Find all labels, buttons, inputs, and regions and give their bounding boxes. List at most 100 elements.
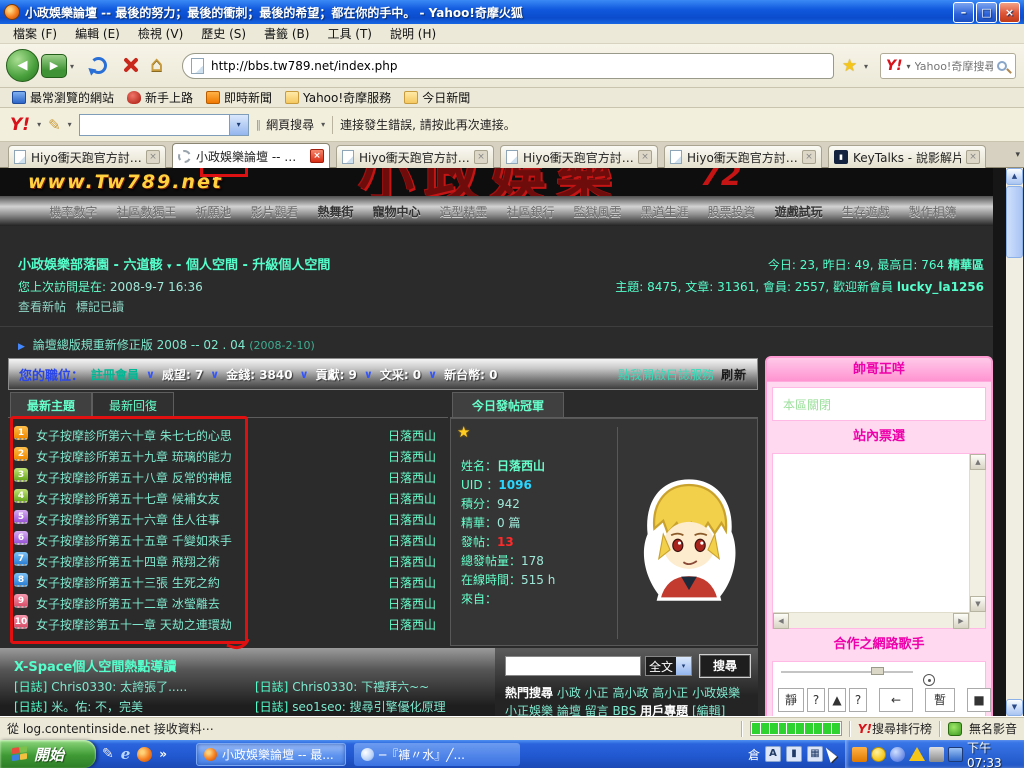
topic-author-link[interactable]: 日落西山 xyxy=(388,469,436,486)
home-icon[interactable]: ⌂ xyxy=(150,52,163,76)
web-search-button[interactable]: 網頁搜尋 xyxy=(266,116,314,133)
nav-item[interactable]: 股票投資 xyxy=(708,203,756,220)
refresh-badge[interactable]: 刷新 xyxy=(721,366,747,383)
edit-link[interactable]: [編輯] xyxy=(692,704,725,716)
url-input[interactable] xyxy=(211,59,825,73)
forum-search-input[interactable] xyxy=(505,656,641,676)
combo-dropdown-icon[interactable]: ▾ xyxy=(229,115,248,135)
tab-hiyo-3[interactable]: Hiyo衝天跑官方討… × xyxy=(500,145,658,168)
announcement-link[interactable]: 論壇總版規重新修正版 2008 -- 02 . 04 xyxy=(33,338,246,352)
taskbar-window-chat[interactable]: ─『褲〃水』╱... xyxy=(354,743,520,766)
hot-keywords[interactable]: 小正娛樂 論壇 留言 BBS xyxy=(505,704,636,716)
tab-close-icon[interactable]: × xyxy=(638,150,652,164)
topic-author-link[interactable]: 日落西山 xyxy=(388,616,436,633)
ime-shape-icon[interactable]: ▮ xyxy=(786,746,802,762)
tab-forum-active[interactable]: 小政娛樂論壇 -- … × xyxy=(172,143,330,168)
yahoo-search-dropdown-icon[interactable]: ▾ xyxy=(907,62,911,71)
topic-author-link[interactable]: 日落西山 xyxy=(388,595,436,612)
topic-author-link[interactable]: 日落西山 xyxy=(388,532,436,549)
bookmark-yahoo-services[interactable]: Yahoo!奇摩服務 xyxy=(281,89,395,106)
tab-latest-replies[interactable]: 最新回復 xyxy=(92,392,174,418)
xspace-item[interactable]: [日誌] 米。佑: 不，完美 xyxy=(14,698,143,715)
ime-alpha-icon[interactable]: A xyxy=(765,746,781,762)
pencil-icon[interactable]: ✎ xyxy=(48,116,61,134)
ie-icon[interactable]: e xyxy=(121,745,131,763)
tray-msn-icon[interactable] xyxy=(890,747,905,762)
topic-author-link[interactable]: 日落西山 xyxy=(388,448,436,465)
nav-item[interactable]: 製作相簿 xyxy=(909,203,957,220)
xspace-item[interactable]: [日誌] Chris0330: 太誇張了..... xyxy=(14,678,187,695)
menu-view[interactable]: 檢視 (V) xyxy=(129,23,192,44)
yahoo-logo-dropdown-icon[interactable]: ▾ xyxy=(37,120,41,129)
tab-hiyo-2[interactable]: Hiyo衝天跑官方討… × xyxy=(336,145,494,168)
tab-close-icon[interactable]: × xyxy=(802,150,816,164)
toolbar-splitter[interactable]: || xyxy=(256,118,259,131)
tab-close-icon[interactable]: × xyxy=(146,150,160,164)
tray-messenger-smiley-icon[interactable] xyxy=(871,747,886,762)
tab-close-icon[interactable]: × xyxy=(474,150,488,164)
menu-file[interactable]: 檔案 (F) xyxy=(4,23,66,44)
menu-tools[interactable]: 工具 (T) xyxy=(318,23,381,44)
nav-item[interactable]: 機率數字 xyxy=(49,203,97,220)
connection-error-text[interactable]: 連接發生錯誤, 請按此再次連接。 xyxy=(340,116,516,133)
yahoo-toolbar-search-input[interactable]: ▾ xyxy=(79,114,249,136)
xspace-item[interactable]: [日誌] Chris0330: 下禮拜六~~ xyxy=(255,678,429,695)
player-progress-track[interactable] xyxy=(781,671,913,673)
forward-button[interactable]: ▶ xyxy=(41,54,67,78)
quicklaunch-overflow-icon[interactable]: » xyxy=(159,747,167,761)
firefox-quicklaunch-icon[interactable] xyxy=(137,747,152,762)
view-new-posts-link[interactable]: 查看新帖 xyxy=(18,298,66,315)
bookmark-latest-news[interactable]: 即時新聞 xyxy=(202,89,276,106)
bookmark-star-icon[interactable]: ★ xyxy=(842,56,857,76)
hot-keywords[interactable]: 小政 小正 高小政 高小正 小政娛樂 xyxy=(557,686,740,700)
search-magnifier-icon[interactable] xyxy=(997,61,1007,71)
menu-edit[interactable]: 編輯 (E) xyxy=(66,23,129,44)
pencil-dropdown-icon[interactable]: ▾ xyxy=(68,120,72,129)
tab-close-icon[interactable]: × xyxy=(966,150,980,164)
essence-link[interactable]: 精華區 xyxy=(948,258,984,272)
history-dropdown-icon[interactable]: ▾ xyxy=(70,62,74,71)
back-button[interactable]: ◀ xyxy=(6,49,39,82)
taskbar-clock[interactable]: 下午 07:33 xyxy=(967,739,1017,768)
nav-item[interactable]: 熱舞街 xyxy=(317,203,353,220)
nav-item[interactable]: 影片觀看 xyxy=(250,203,298,220)
nav-item[interactable]: 造型精靈 xyxy=(439,203,487,220)
player-volume-button[interactable]: ▲ xyxy=(828,688,846,712)
maximize-button[interactable]: □ xyxy=(976,2,997,23)
tab-overflow-icon[interactable]: ▾ xyxy=(1015,150,1020,160)
nav-item[interactable]: 祈願池 xyxy=(195,203,231,220)
player-mute-button[interactable]: 靜 xyxy=(778,688,804,712)
menu-bookmarks[interactable]: 書籤 (B) xyxy=(255,23,318,44)
topic-author-link[interactable]: 日落西山 xyxy=(388,490,436,507)
page-scrollbar[interactable]: ▲ ▼ xyxy=(1006,168,1023,716)
new-member-link[interactable]: lucky_la1256 xyxy=(897,280,984,294)
hot-keyword-bold[interactable]: 用戶專題 xyxy=(640,704,688,716)
tab-today-top-poster[interactable]: 今日發帖冠軍 xyxy=(452,392,564,418)
mark-read-link[interactable]: 標記已讀 xyxy=(76,298,124,315)
web-search-dropdown-icon[interactable]: ▾ xyxy=(321,120,325,129)
nav-item[interactable]: 社區銀行 xyxy=(507,203,555,220)
tab-keytalks[interactable]: ▮ KeyTalks - 說影解片… × xyxy=(828,145,986,168)
player-button[interactable]: ? xyxy=(849,688,867,712)
topic-author-link[interactable]: 日落西山 xyxy=(388,574,436,591)
url-bar[interactable] xyxy=(182,53,834,79)
tab-hiyo-1[interactable]: Hiyo衝天跑官方討… × xyxy=(8,145,166,168)
tab-hiyo-4[interactable]: Hiyo衝天跑官方討… × xyxy=(664,145,822,168)
taskbar-window-forum[interactable]: 小政娛樂論壇 -- 最... xyxy=(196,743,346,766)
player-progress-handle[interactable] xyxy=(871,667,884,675)
player-back-button[interactable]: ← xyxy=(879,688,913,712)
yahoo-rank-widget[interactable]: Y!搜尋排行榜 xyxy=(858,720,932,737)
topic-author-link[interactable]: 日落西山 xyxy=(388,511,436,528)
bookmark-today-news[interactable]: 今日新聞 xyxy=(400,89,474,106)
champion-name[interactable]: 日落西山 xyxy=(497,459,545,473)
nav-item[interactable]: 遊戲試玩 xyxy=(775,203,823,220)
nav-item[interactable]: 生存遊戲 xyxy=(842,203,890,220)
stop-icon[interactable] xyxy=(122,56,140,74)
keyboard-icon[interactable]: ▦ xyxy=(807,746,823,762)
bookmark-most-visited[interactable]: 最常瀏覽的網站 xyxy=(8,89,118,106)
scroll-up-icon[interactable]: ▲ xyxy=(1006,168,1023,185)
scroll-up-icon[interactable]: ▲ xyxy=(970,454,986,470)
scroll-down-icon[interactable]: ▼ xyxy=(1006,699,1023,716)
player-pause-button[interactable]: 暫 xyxy=(925,688,955,712)
tab-latest-topics[interactable]: 最新主題 xyxy=(10,392,92,418)
